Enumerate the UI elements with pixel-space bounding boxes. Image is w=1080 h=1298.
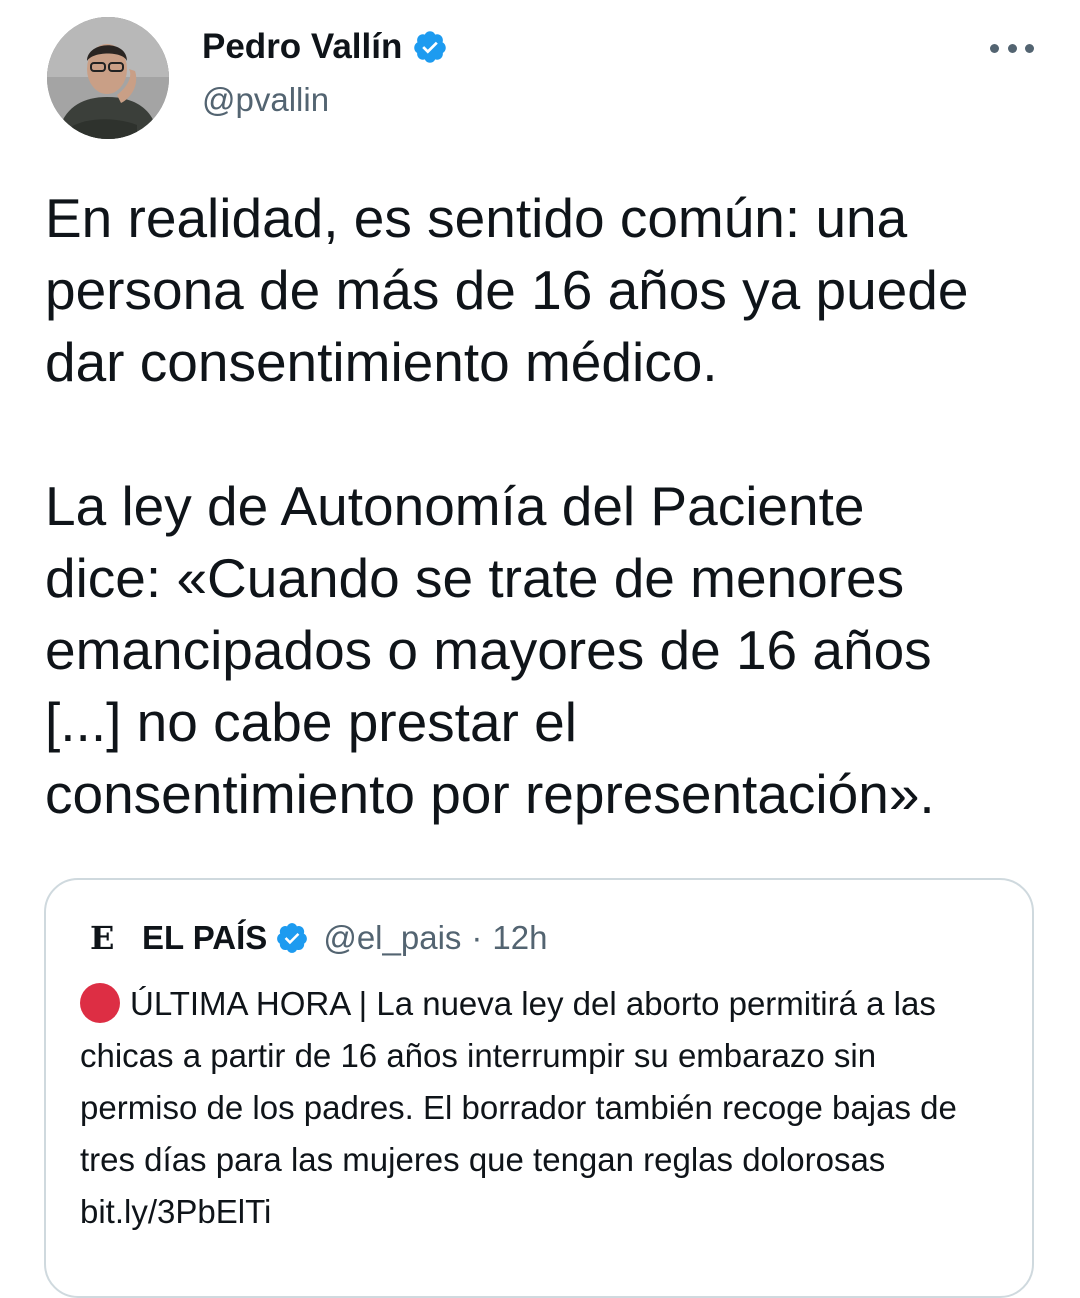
red-circle-icon [80,983,120,1023]
author-display-name[interactable]: Pedro Vallín [202,25,402,69]
quoted-tweet-text: ÚLTIMA HORA | La nueva ley del aborto pe… [80,985,957,1230]
el-pais-logo: E [90,919,115,957]
author-avatar[interactable] [47,17,169,139]
more-dot [1007,43,1017,53]
tweet-paragraph: La ley de Autonomía del Paciente dice: «… [45,475,935,825]
verified-badge-icon [277,923,308,953]
quoted-tweet-card[interactable]: E EL PAÍS @el_pais · 12h ÚLTIMA HORA | L… [44,878,1034,1298]
more-dot [990,43,999,53]
quoted-tweet-header: E EL PAÍS @el_pais · 12h [90,918,547,958]
quoted-author-handle: @el_pais [323,919,462,956]
more-options-button[interactable] [990,38,1034,58]
separator-dot: · [471,919,483,956]
verified-badge-icon [414,31,447,63]
quoted-tweet-text-block: ÚLTIMA HORA | La nueva ley del aborto pe… [80,978,1000,1238]
more-dot [1025,43,1034,53]
author-name-row[interactable]: Pedro Vallín [202,25,448,69]
quoted-tweet-time: 12h [492,919,548,956]
avatar-photo-icon [47,17,169,139]
author-handle[interactable]: @pvallin [202,79,329,121]
quoted-author-name: EL PAÍS [142,919,268,956]
tweet-body: En realidad, es sentido común: una perso… [45,182,1055,830]
tweet-paragraph: En realidad, es sentido común: una perso… [45,187,969,393]
